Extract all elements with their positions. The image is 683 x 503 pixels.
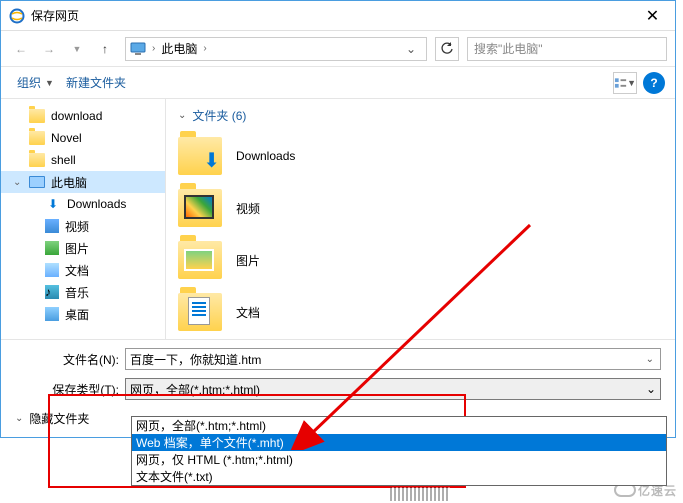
expand-icon[interactable]: ⌄ (13, 177, 21, 188)
new-folder-button[interactable]: 新建文件夹 (60, 72, 132, 93)
chevron-right-icon: › (201, 43, 208, 54)
filename-input[interactable]: 百度一下，你就知道.htm ⌄ (125, 348, 661, 370)
music-icon: ♪ (45, 285, 59, 299)
tree-item-label: 此电脑 (51, 174, 87, 191)
download-icon: ⬇ (203, 148, 220, 173)
address-dropdown-icon[interactable]: ⌄ (400, 42, 422, 56)
breadcrumb-item[interactable]: 此电脑 (157, 40, 201, 57)
folder-icon (178, 241, 222, 279)
tree-item-Novel[interactable]: Novel (1, 127, 165, 149)
folder-item-文档[interactable]: 文档 (178, 290, 663, 334)
document-icon (188, 297, 210, 325)
tree-item-Downloads[interactable]: ⬇ Downloads (1, 193, 165, 215)
chevron-down-icon: ▼ (45, 78, 54, 88)
folder-icon (178, 189, 222, 227)
search-placeholder: 搜索"此电脑" (474, 40, 543, 57)
close-button[interactable]: ✕ (630, 1, 675, 31)
tree-item-label: 文档 (65, 262, 89, 279)
tree-item-label: 图片 (65, 240, 89, 257)
qr-fragment (390, 487, 450, 501)
folder-label: Downloads (236, 149, 295, 163)
window-title: 保存网页 (31, 7, 630, 24)
ie-icon (9, 8, 25, 24)
tree-item-label: Novel (51, 131, 82, 145)
chevron-right-icon: › (150, 43, 157, 54)
tree-item-label: 桌面 (65, 306, 89, 323)
folder-item-Downloads[interactable]: ⬇ Downloads (178, 134, 663, 178)
filetype-option[interactable]: Web 档案，单个文件(*.mht) (132, 434, 666, 451)
video-icon (184, 195, 214, 219)
search-input[interactable]: 搜索"此电脑" (467, 37, 667, 61)
up-button[interactable]: ↑ (93, 37, 117, 61)
chevron-down-icon[interactable]: ⌄ (644, 354, 656, 365)
folder-label: 图片 (236, 252, 260, 269)
folder-icon (178, 293, 222, 331)
picture-icon (184, 249, 214, 271)
forward-button: → (37, 37, 61, 61)
tree-item-图片[interactable]: 图片 (1, 237, 165, 259)
folder-label: 文档 (236, 304, 260, 321)
group-header[interactable]: ⌄ 文件夹 (6) (178, 107, 663, 124)
tree-item-label: shell (51, 153, 76, 167)
tree-item-label: 视频 (65, 218, 89, 235)
download-icon: ⬇ (45, 198, 61, 210)
tree-item-download[interactable]: download (1, 105, 165, 127)
chevron-down-icon: ⌄ (178, 110, 186, 121)
document-icon (45, 263, 59, 277)
chevron-down-icon: ⌄ (15, 413, 23, 424)
tree-item-音乐[interactable]: ♪ 音乐 (1, 281, 165, 303)
tree-item-label: Downloads (67, 197, 126, 211)
pc-icon (130, 41, 146, 57)
nav-tree[interactable]: download Novel shell ⌄ 此电脑 ⬇ Downloads 视频图片文档 ♪ 音… (1, 99, 166, 339)
file-list[interactable]: ⌄ 文件夹 (6) ⬇ Downloads 视频图片文档 (166, 99, 675, 339)
recent-dropdown[interactable]: ▼ (65, 37, 89, 61)
nav-bar: ← → ▼ ↑ › 此电脑 › ⌄ 搜索"此电脑" (1, 31, 675, 67)
pc-icon (29, 176, 45, 188)
organize-button[interactable]: 组织 ▼ (11, 72, 60, 93)
filetype-combo[interactable]: 网页，全部(*.htm;*.html) ⌄ (125, 378, 661, 400)
tree-item-文档[interactable]: 文档 (1, 259, 165, 281)
folder-label: 视频 (236, 200, 260, 217)
folder-item-视频[interactable]: 视频 (178, 186, 663, 230)
tree-item-shell[interactable]: shell (1, 149, 165, 171)
titlebar: 保存网页 ✕ (1, 1, 675, 31)
save-dialog: 保存网页 ✕ ← → ▼ ↑ › 此电脑 › ⌄ 搜索"此电脑" 组织 ▼ (0, 0, 676, 438)
filetype-option[interactable]: 文本文件(*.txt) (132, 468, 666, 485)
picture-icon (45, 241, 59, 255)
tree-item-label: download (51, 109, 102, 123)
tree-item-桌面[interactable]: 桌面 (1, 303, 165, 325)
folder-icon (29, 131, 45, 145)
video-icon (45, 219, 59, 233)
folder-icon (29, 109, 45, 123)
folder-icon: ⬇ (178, 137, 222, 175)
address-bar[interactable]: › 此电脑 › ⌄ (125, 37, 427, 61)
help-button[interactable]: ? (643, 72, 665, 94)
filetype-dropdown[interactable]: 网页，全部(*.htm;*.html)Web 档案，单个文件(*.mht)网页，… (131, 416, 667, 486)
back-button[interactable]: ← (9, 37, 33, 61)
toolbar: 组织 ▼ 新建文件夹 ▼ ? (1, 67, 675, 99)
filetype-option[interactable]: 网页，全部(*.htm;*.html) (132, 417, 666, 434)
folder-icon (29, 153, 45, 167)
filetype-label: 保存类型(T): (15, 381, 125, 398)
tree-item-视频[interactable]: 视频 (1, 215, 165, 237)
chevron-down-icon[interactable]: ⌄ (646, 382, 656, 396)
body-area: download Novel shell ⌄ 此电脑 ⬇ Downloads 视频图片文档 ♪ 音… (1, 99, 675, 339)
tree-item-label: 音乐 (65, 284, 89, 301)
filename-label: 文件名(N): (15, 351, 125, 368)
filetype-option[interactable]: 网页，仅 HTML (*.htm;*.html) (132, 451, 666, 468)
folder-item-图片[interactable]: 图片 (178, 238, 663, 282)
view-mode-button[interactable]: ▼ (613, 72, 637, 94)
refresh-button[interactable] (435, 37, 459, 61)
desktop-icon (45, 307, 59, 321)
tree-item-此电脑[interactable]: ⌄ 此电脑 (1, 171, 165, 193)
chevron-down-icon: ▼ (627, 78, 636, 88)
